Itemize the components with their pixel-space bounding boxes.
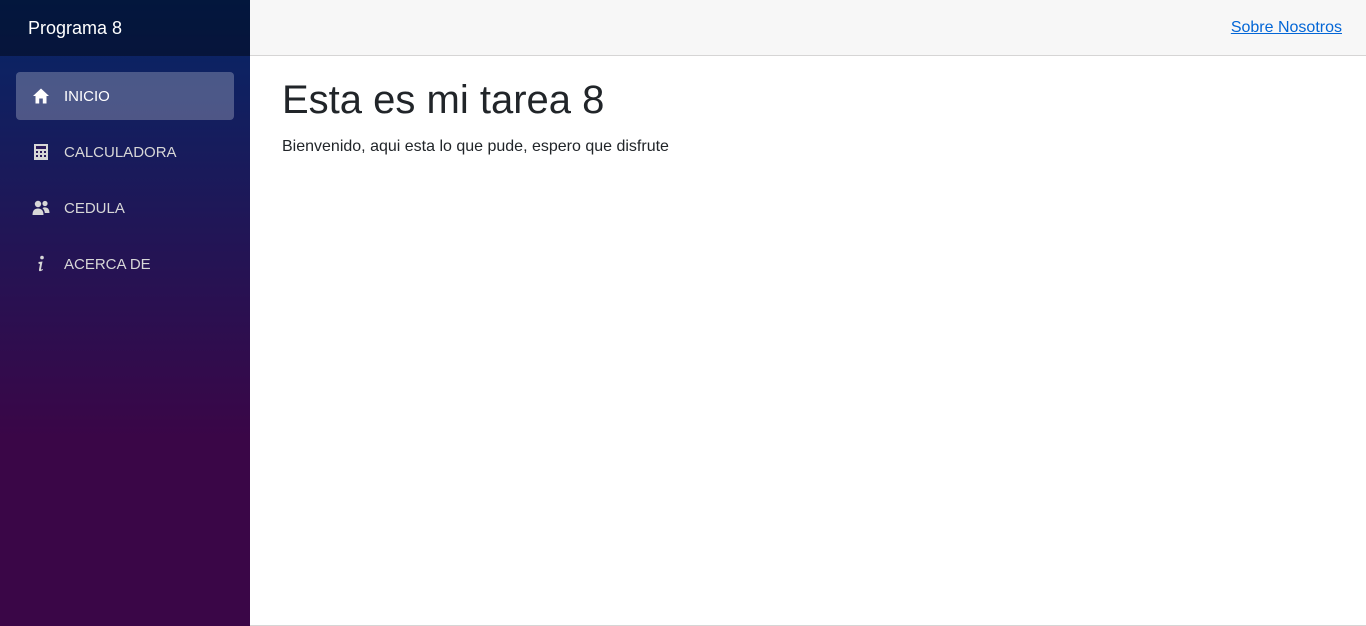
brand-bar: Programa 8	[0, 0, 250, 56]
home-icon	[32, 87, 50, 105]
info-icon	[32, 255, 50, 273]
sidebar: Programa 8 INICIO CALCULADORA CEDULA ACE…	[0, 0, 250, 626]
sidebar-item-label: INICIO	[64, 87, 110, 105]
sidebar-item-label: ACERCA DE	[64, 255, 151, 273]
app-root: Programa 8 INICIO CALCULADORA CEDULA ACE…	[0, 0, 1366, 626]
brand-link[interactable]: Programa 8	[28, 18, 122, 39]
sidebar-item-cedula[interactable]: CEDULA	[16, 184, 234, 232]
sidebar-item-acerca-de[interactable]: ACERCA DE	[16, 240, 234, 288]
main-area: Sobre Nosotros Esta es mi tarea 8 Bienve…	[250, 0, 1366, 626]
top-bar: Sobre Nosotros	[250, 0, 1366, 56]
page-title: Esta es mi tarea 8	[282, 78, 605, 122]
welcome-text: Bienvenido, aqui esta lo que pude, esper…	[282, 138, 669, 155]
sidebar-item-inicio[interactable]: INICIO	[16, 72, 234, 120]
sidebar-item-calculadora[interactable]: CALCULADORA	[16, 128, 234, 176]
people-icon	[32, 199, 50, 217]
about-link[interactable]: Sobre Nosotros	[1231, 19, 1342, 37]
main-content: Esta es mi tarea 8 Bienvenido, aqui esta…	[250, 56, 1366, 176]
sidebar-item-label: CALCULADORA	[64, 143, 177, 161]
calculator-icon	[32, 143, 50, 161]
sidebar-nav: INICIO CALCULADORA CEDULA ACERCA DE	[0, 56, 250, 296]
sidebar-item-label: CEDULA	[64, 199, 125, 217]
